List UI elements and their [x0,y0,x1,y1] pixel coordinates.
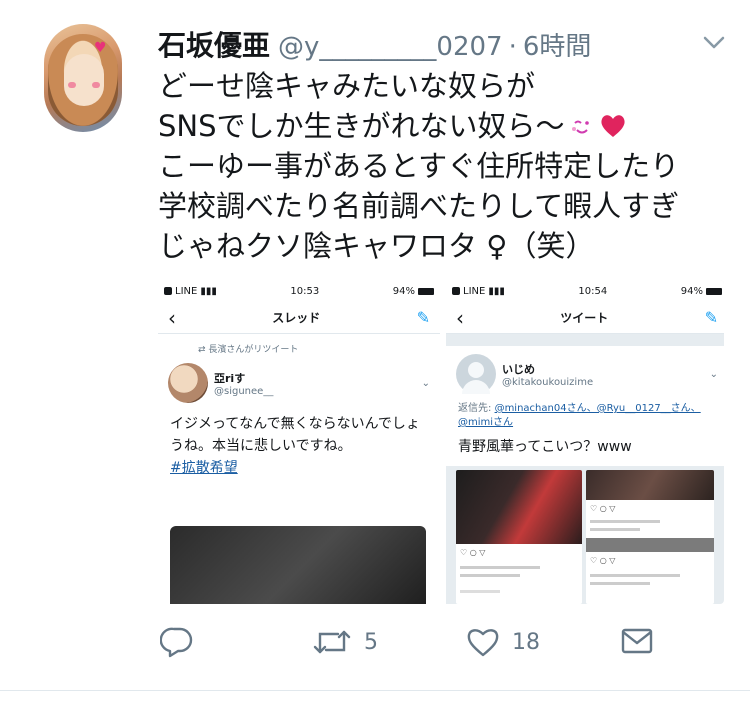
battery-level: 94% [392,285,415,297]
nav-title: ツイート [560,311,609,325]
embedded-user: いじめ @kitakoukouizime ⌄ [446,346,724,394]
compose-icon[interactable]: ✎ [417,308,430,327]
direct-message-button[interactable] [620,626,654,656]
attached-screenshot-thread[interactable]: LINE ▮▮▮ 10:53 94% ‹ スレッド ✎ ⇄ 長濱さんがリツイート … [158,280,440,604]
status-bar: LINE ▮▮▮ 10:54 94% [446,280,724,302]
battery-level: 94% [680,285,703,297]
nav-bar: ‹ スレッド ✎ [158,302,440,334]
tweet-text: どーせ陰キャみたいな奴らが SNSでしか生きがれない奴ら〜 こーゆー事があるとす… [158,66,738,266]
separator-dot: · [508,32,517,62]
embedded-photo: ♡ ○ ▽ ♡ ○ ▽ [586,470,714,604]
avatar-blush [92,82,100,88]
embedded-photos: ♡ ○ ▽ ♡ ○ ▽ ♡ ○ ▽ [456,470,714,604]
battery-icon [706,287,722,295]
photo-action-icons: ♡ ○ ▽ [590,504,616,513]
tweet-line: SNSでしか生きがれない奴ら〜 [158,106,738,146]
back-icon[interactable]: ‹ [168,306,176,330]
user-handle[interactable]: @y_________0207 [278,32,503,62]
user-avatar[interactable]: ♥ [44,24,122,132]
envelope-icon [621,628,653,654]
nav-bar: ‹ ツイート ✎ [446,302,724,334]
embedded-user-handle: @kitakoukouizime [502,376,594,388]
avatar-face [64,54,104,106]
chevron-down-icon: ⌄ [709,368,718,380]
tweet-header: 石坂優亜 @y_________0207 · 6時間 [158,24,591,64]
retweet-count: 5 [364,629,378,655]
status-bar: LINE ▮▮▮ 10:53 94% [158,280,440,302]
attached-screenshot-tweet[interactable]: LINE ▮▮▮ 10:54 94% ‹ ツイート ✎ いじめ @kitakouk… [446,280,724,604]
battery-icon [418,287,434,295]
retweet-context: ⇄ 長濱さんがリツイート [198,345,299,355]
like-count: 18 [512,629,540,655]
signal-icon: ▮▮▮ [488,285,505,297]
back-icon[interactable]: ‹ [456,306,464,330]
status-time: 10:53 [290,285,320,297]
photo-image [456,470,582,544]
embedded-tweet-text: 青野風華ってこいつ？www [458,439,632,455]
divider [0,690,750,691]
reply-to: 返信先: @minachan04さん、@Ryu__0127__さん、@mimiさ… [458,403,701,428]
tweet-line: 学校調べたり名前調べたりして暇人すぎ [158,189,680,223]
line-app-icon [452,287,460,295]
red-heart-icon [600,115,625,137]
retweet-small-icon: ⇄ [198,345,209,355]
display-name[interactable]: 石坂優亜 [158,24,270,64]
signal-icon: ▮▮▮ [200,285,217,297]
reply-icon [160,627,193,658]
embedded-photo: ♡ ○ ▽ [456,470,582,604]
embedded-avatar [168,363,208,403]
reply-to-links: @minachan04さん、@Ryu__0127__さん、@mimiさん [458,403,701,428]
nav-title: スレッド [272,311,321,325]
embedded-user-name: 亞riす [214,371,246,385]
tweet-time[interactable]: 6時間 [523,26,592,63]
photo-action-icons: ♡ ○ ▽ [460,548,486,557]
embedded-tweet: いじめ @kitakoukouizime ⌄ 返信先: @minachan04さ… [446,346,724,466]
tweet-media[interactable]: LINE ▮▮▮ 10:53 94% ‹ スレッド ✎ ⇄ 長濱さんがリツイート … [158,280,724,604]
like-button[interactable]: 18 [466,626,540,658]
chevron-down-icon: ⌄ [421,377,430,389]
avatar-heart-sticker: ♥ [94,40,107,56]
winking-face-icon [571,120,589,134]
embedded-tweet-text: イジメってなんで無くならないんでしょうね。本当に悲しいですね。 [170,416,420,454]
status-time: 10:54 [578,285,608,297]
line-app-icon [164,287,172,295]
reply-button[interactable] [160,626,206,658]
embedded-user-handle: @sigunee__ [214,385,274,397]
avatar-blush [68,82,76,88]
tweet-line: じゃねクソ陰キャワロタ ♀（笑） [158,229,595,263]
retweet-icon [313,630,351,654]
tweet-line: どーせ陰キャみたいな奴らが [158,69,536,103]
default-avatar [456,354,496,394]
compose-icon[interactable]: ✎ [705,308,718,327]
tweet-line: こーゆー事があるとすぐ住所特定したり [158,149,680,183]
tweet-actions: 5 18 [0,620,750,670]
embedded-hashtag: #拡散希望 [170,460,238,476]
embedded-user: 亞riす @sigunee__ ⌄ [158,355,440,403]
photo-action-icons: ♡ ○ ▽ [590,556,616,565]
heart-icon [467,629,499,657]
retweet-button[interactable]: 5 [312,626,378,658]
chevron-down-icon[interactable] [700,30,728,54]
photo-image [586,470,714,500]
embedded-user-name: いじめ [502,362,535,376]
embedded-photo [170,526,426,604]
